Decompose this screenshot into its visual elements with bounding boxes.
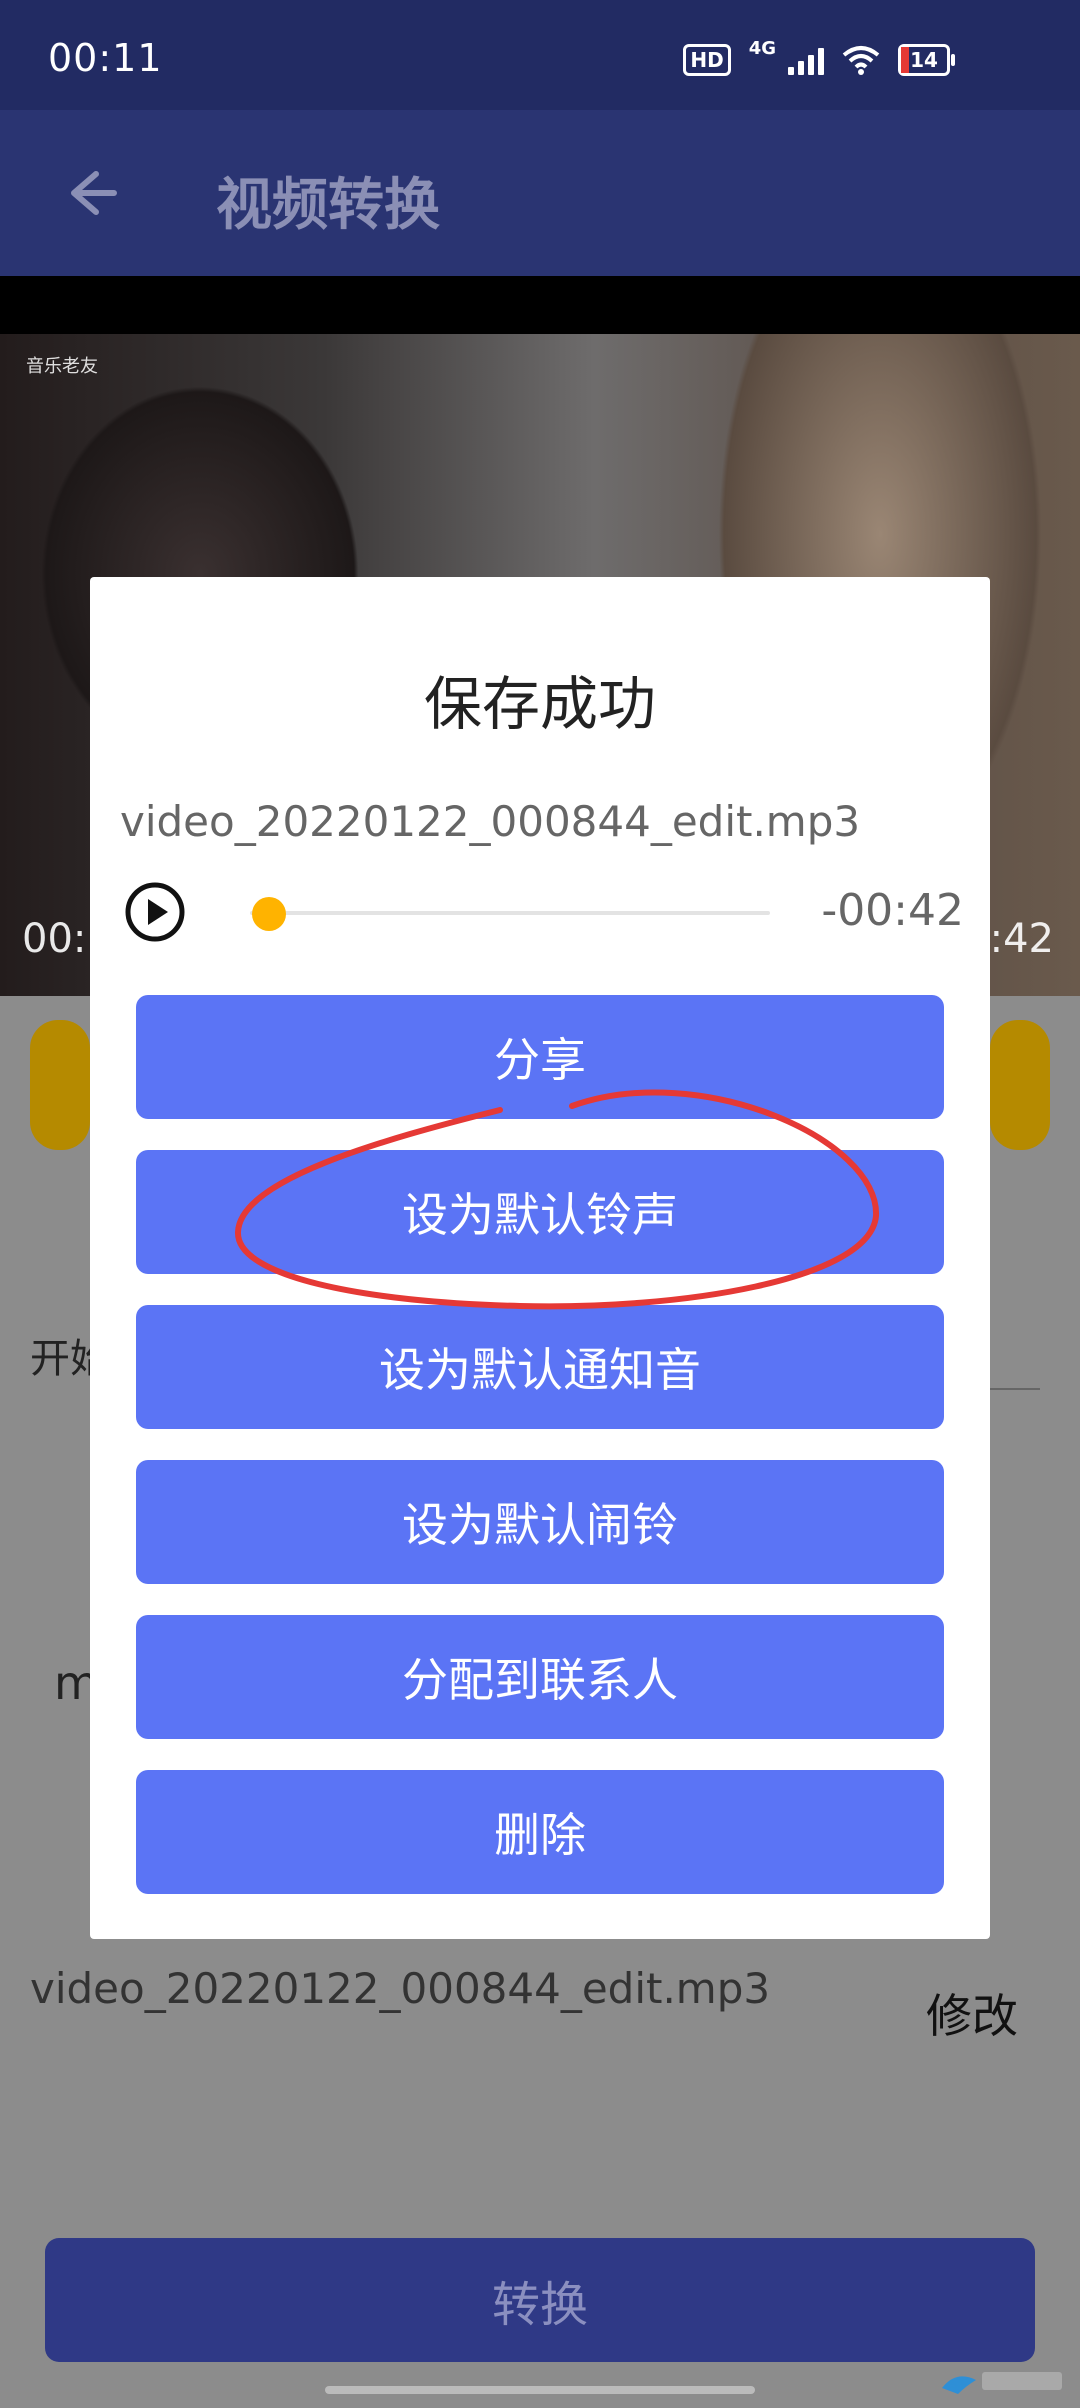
dialog-file-name: video_20220122_000844_edit.mp3 (120, 797, 861, 846)
video-watermark: 音乐老友 (26, 356, 98, 377)
video-current-time: 00: (22, 916, 87, 962)
status-time: 00:11 (48, 36, 163, 80)
modify-button[interactable]: 修改 (926, 1980, 1018, 2046)
back-arrow-icon[interactable] (52, 158, 122, 228)
video-total-time: :42 (989, 916, 1054, 962)
status-icons: HD 4G 14 (683, 37, 955, 80)
home-indicator[interactable] (325, 2386, 755, 2394)
remaining-time: -00:42 (821, 885, 964, 936)
set-default-ringtone-button[interactable]: 设为默认铃声 (136, 1150, 944, 1274)
assign-to-contact-button[interactable]: 分配到联系人 (136, 1615, 944, 1739)
status-bar: 00:11 HD 4G 14 (0, 0, 1080, 110)
hd-icon: HD (683, 44, 731, 76)
set-default-alarm-button[interactable]: 设为默认闹铃 (136, 1460, 944, 1584)
network-type: 4G (748, 37, 776, 59)
save-success-dialog: 保存成功 video_20220122_000844_edit.mp3 -00:… (90, 577, 990, 1939)
dialog-title: 保存成功 (423, 670, 656, 738)
wifi-icon (842, 46, 880, 75)
trim-handle-left[interactable] (30, 1020, 90, 1150)
seek-bar-track[interactable] (250, 911, 770, 915)
seek-bar-thumb[interactable] (252, 897, 287, 931)
play-icon[interactable] (124, 881, 186, 943)
site-logo-icon (942, 2372, 1062, 2394)
delete-button[interactable]: 删除 (136, 1770, 944, 1894)
share-button[interactable]: 分享 (136, 995, 944, 1119)
convert-button[interactable]: 转换 (45, 2238, 1035, 2362)
page-title: 视频转换 (216, 173, 440, 238)
audio-preview-player: -00:42 (124, 877, 964, 947)
output-file-name: video_20220122_000844_edit.mp3 (30, 1964, 771, 2013)
signal-icon (788, 45, 824, 75)
set-default-notification-button[interactable]: 设为默认通知音 (136, 1305, 944, 1429)
app-bar: 视频转换 (0, 110, 1080, 276)
trim-handle-right[interactable] (990, 1020, 1050, 1150)
battery-icon: 14 (898, 44, 955, 76)
